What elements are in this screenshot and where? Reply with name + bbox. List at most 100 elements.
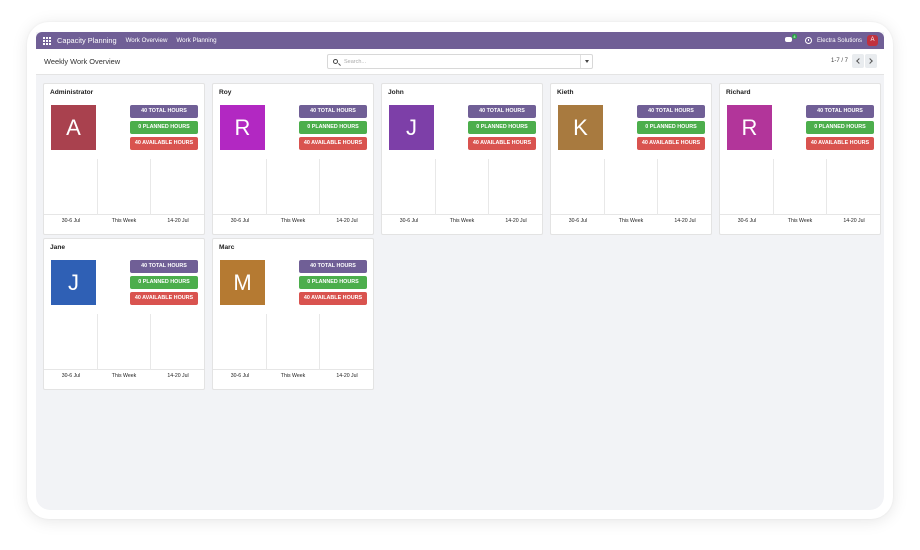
search-options-toggle[interactable]: [580, 55, 592, 68]
chart-gridline: [657, 159, 658, 215]
app-screen: Capacity Planning Work Overview Work Pla…: [36, 32, 884, 510]
week-label: 30-6 Jul: [230, 373, 250, 379]
week-label: This Week: [111, 218, 137, 224]
week-label: 30-6 Jul: [568, 218, 588, 224]
workload-chart: [44, 314, 204, 370]
employee-card[interactable]: Jane J 40 TOTAL HOURS 0 PLANNED HOURS 40 AVA…: [43, 238, 205, 390]
planned-hours-badge: 0 PLANNED HOURS: [130, 121, 198, 134]
chart-gridline: [826, 159, 827, 215]
top-navbar: Capacity Planning Work Overview Work Pla…: [36, 32, 884, 49]
planned-hours-badge: 0 PLANNED HOURS: [468, 121, 536, 134]
chart-gridline: [435, 159, 436, 215]
chat-icon[interactable]: 4: [784, 34, 797, 44]
planned-hours-badge: 0 PLANNED HOURS: [299, 276, 367, 289]
employee-name: Jane: [50, 244, 66, 251]
employee-card[interactable]: Administrator A 40 TOTAL HOURS 0 PLANNED HO…: [43, 83, 205, 235]
employee-avatar: J: [389, 105, 434, 150]
week-label: 14-20 Jul: [505, 218, 527, 224]
page-title: Weekly Work Overview: [44, 57, 121, 66]
week-label: 30-6 Jul: [737, 218, 757, 224]
employee-avatar: R: [727, 105, 772, 150]
available-hours-badge: 40 AVAILABLE HOURS: [130, 137, 198, 150]
chart-gridline: [150, 314, 151, 370]
total-hours-badge: 40 TOTAL HOURS: [806, 105, 874, 118]
total-hours-badge: 40 TOTAL HOURS: [130, 260, 198, 273]
employee-avatar: K: [558, 105, 603, 150]
chart-gridline: [319, 159, 320, 215]
week-label: This Week: [449, 218, 475, 224]
workload-chart: [382, 159, 542, 215]
week-label: This Week: [280, 218, 306, 224]
employee-name: Administrator: [50, 89, 94, 96]
workload-chart: [213, 159, 373, 215]
employee-avatar: J: [51, 260, 96, 305]
workload-chart: [213, 314, 373, 370]
chart-gridline: [319, 314, 320, 370]
planned-hours-badge: 0 PLANNED HOURS: [130, 276, 198, 289]
chart-gridline: [97, 314, 98, 370]
employee-card[interactable]: Roy R 40 TOTAL HOURS 0 PLANNED HOURS 40 AVAI…: [212, 83, 374, 235]
company-switcher[interactable]: Electra Solutions: [817, 38, 862, 44]
app-name[interactable]: Capacity Planning: [57, 36, 117, 45]
week-label: 30-6 Jul: [399, 218, 419, 224]
search-bar: [327, 54, 593, 69]
chart-gridline: [773, 159, 774, 215]
week-label: 14-20 Jul: [167, 218, 189, 224]
week-label: This Week: [618, 218, 644, 224]
activity-clock-icon[interactable]: [804, 37, 812, 44]
apps-menu-icon[interactable]: [43, 36, 51, 45]
employee-name: Marc: [219, 244, 235, 251]
available-hours-badge: 40 AVAILABLE HOURS: [299, 292, 367, 305]
employee-card[interactable]: Richard R 40 TOTAL HOURS 0 PLANNED HOURS 40 …: [719, 83, 881, 235]
search-icon: [333, 59, 338, 64]
week-label: 30-6 Jul: [61, 218, 81, 224]
menu-work-overview[interactable]: Work Overview: [126, 37, 168, 44]
workload-chart: [44, 159, 204, 215]
week-label: This Week: [280, 373, 306, 379]
week-label: 14-20 Jul: [167, 373, 189, 379]
chat-count-badge: 4: [791, 34, 797, 39]
employee-card[interactable]: Kieth K 40 TOTAL HOURS 0 PLANNED HOURS 40 AV…: [550, 83, 712, 235]
available-hours-badge: 40 AVAILABLE HOURS: [299, 137, 367, 150]
available-hours-badge: 40 AVAILABLE HOURS: [468, 137, 536, 150]
total-hours-badge: 40 TOTAL HOURS: [130, 105, 198, 118]
available-hours-badge: 40 AVAILABLE HOURS: [130, 292, 198, 305]
employee-name: Richard: [726, 89, 751, 96]
planned-hours-badge: 0 PLANNED HOURS: [299, 121, 367, 134]
total-hours-badge: 40 TOTAL HOURS: [637, 105, 705, 118]
menu-work-planning[interactable]: Work Planning: [176, 37, 216, 44]
pager-next-button[interactable]: [865, 54, 877, 68]
week-label: This Week: [787, 218, 813, 224]
pager-previous-button[interactable]: [852, 54, 864, 68]
employee-name: Roy: [219, 89, 232, 96]
week-label: 30-6 Jul: [61, 373, 81, 379]
planned-hours-badge: 0 PLANNED HOURS: [637, 121, 705, 134]
week-label: 14-20 Jul: [336, 218, 358, 224]
workload-chart: [551, 159, 711, 215]
employee-avatar: A: [51, 105, 96, 150]
chart-gridline: [150, 159, 151, 215]
week-label: This Week: [111, 373, 137, 379]
control-panel: Weekly Work Overview 1-7 / 7: [36, 49, 884, 75]
employee-avatar: R: [220, 105, 265, 150]
employee-card[interactable]: John J 40 TOTAL HOURS 0 PLANNED HOURS 40 AVA…: [381, 83, 543, 235]
employee-card[interactable]: Marc M 40 TOTAL HOURS 0 PLANNED HOURS 40 AVA…: [212, 238, 374, 390]
week-label: 30-6 Jul: [230, 218, 250, 224]
available-hours-badge: 40 AVAILABLE HOURS: [637, 137, 705, 150]
week-label: 14-20 Jul: [843, 218, 865, 224]
chart-gridline: [97, 159, 98, 215]
week-label: 14-20 Jul: [336, 373, 358, 379]
employee-name: Kieth: [557, 89, 574, 96]
user-avatar[interactable]: A: [867, 35, 878, 46]
workload-chart: [720, 159, 880, 215]
employee-avatar: M: [220, 260, 265, 305]
search-input[interactable]: [344, 58, 564, 65]
chart-gridline: [604, 159, 605, 215]
planned-hours-badge: 0 PLANNED HOURS: [806, 121, 874, 134]
week-label: 14-20 Jul: [674, 218, 696, 224]
pager-value[interactable]: 1-7 / 7: [831, 58, 848, 64]
total-hours-badge: 40 TOTAL HOURS: [299, 260, 367, 273]
available-hours-badge: 40 AVAILABLE HOURS: [806, 137, 874, 150]
total-hours-badge: 40 TOTAL HOURS: [468, 105, 536, 118]
total-hours-badge: 40 TOTAL HOURS: [299, 105, 367, 118]
